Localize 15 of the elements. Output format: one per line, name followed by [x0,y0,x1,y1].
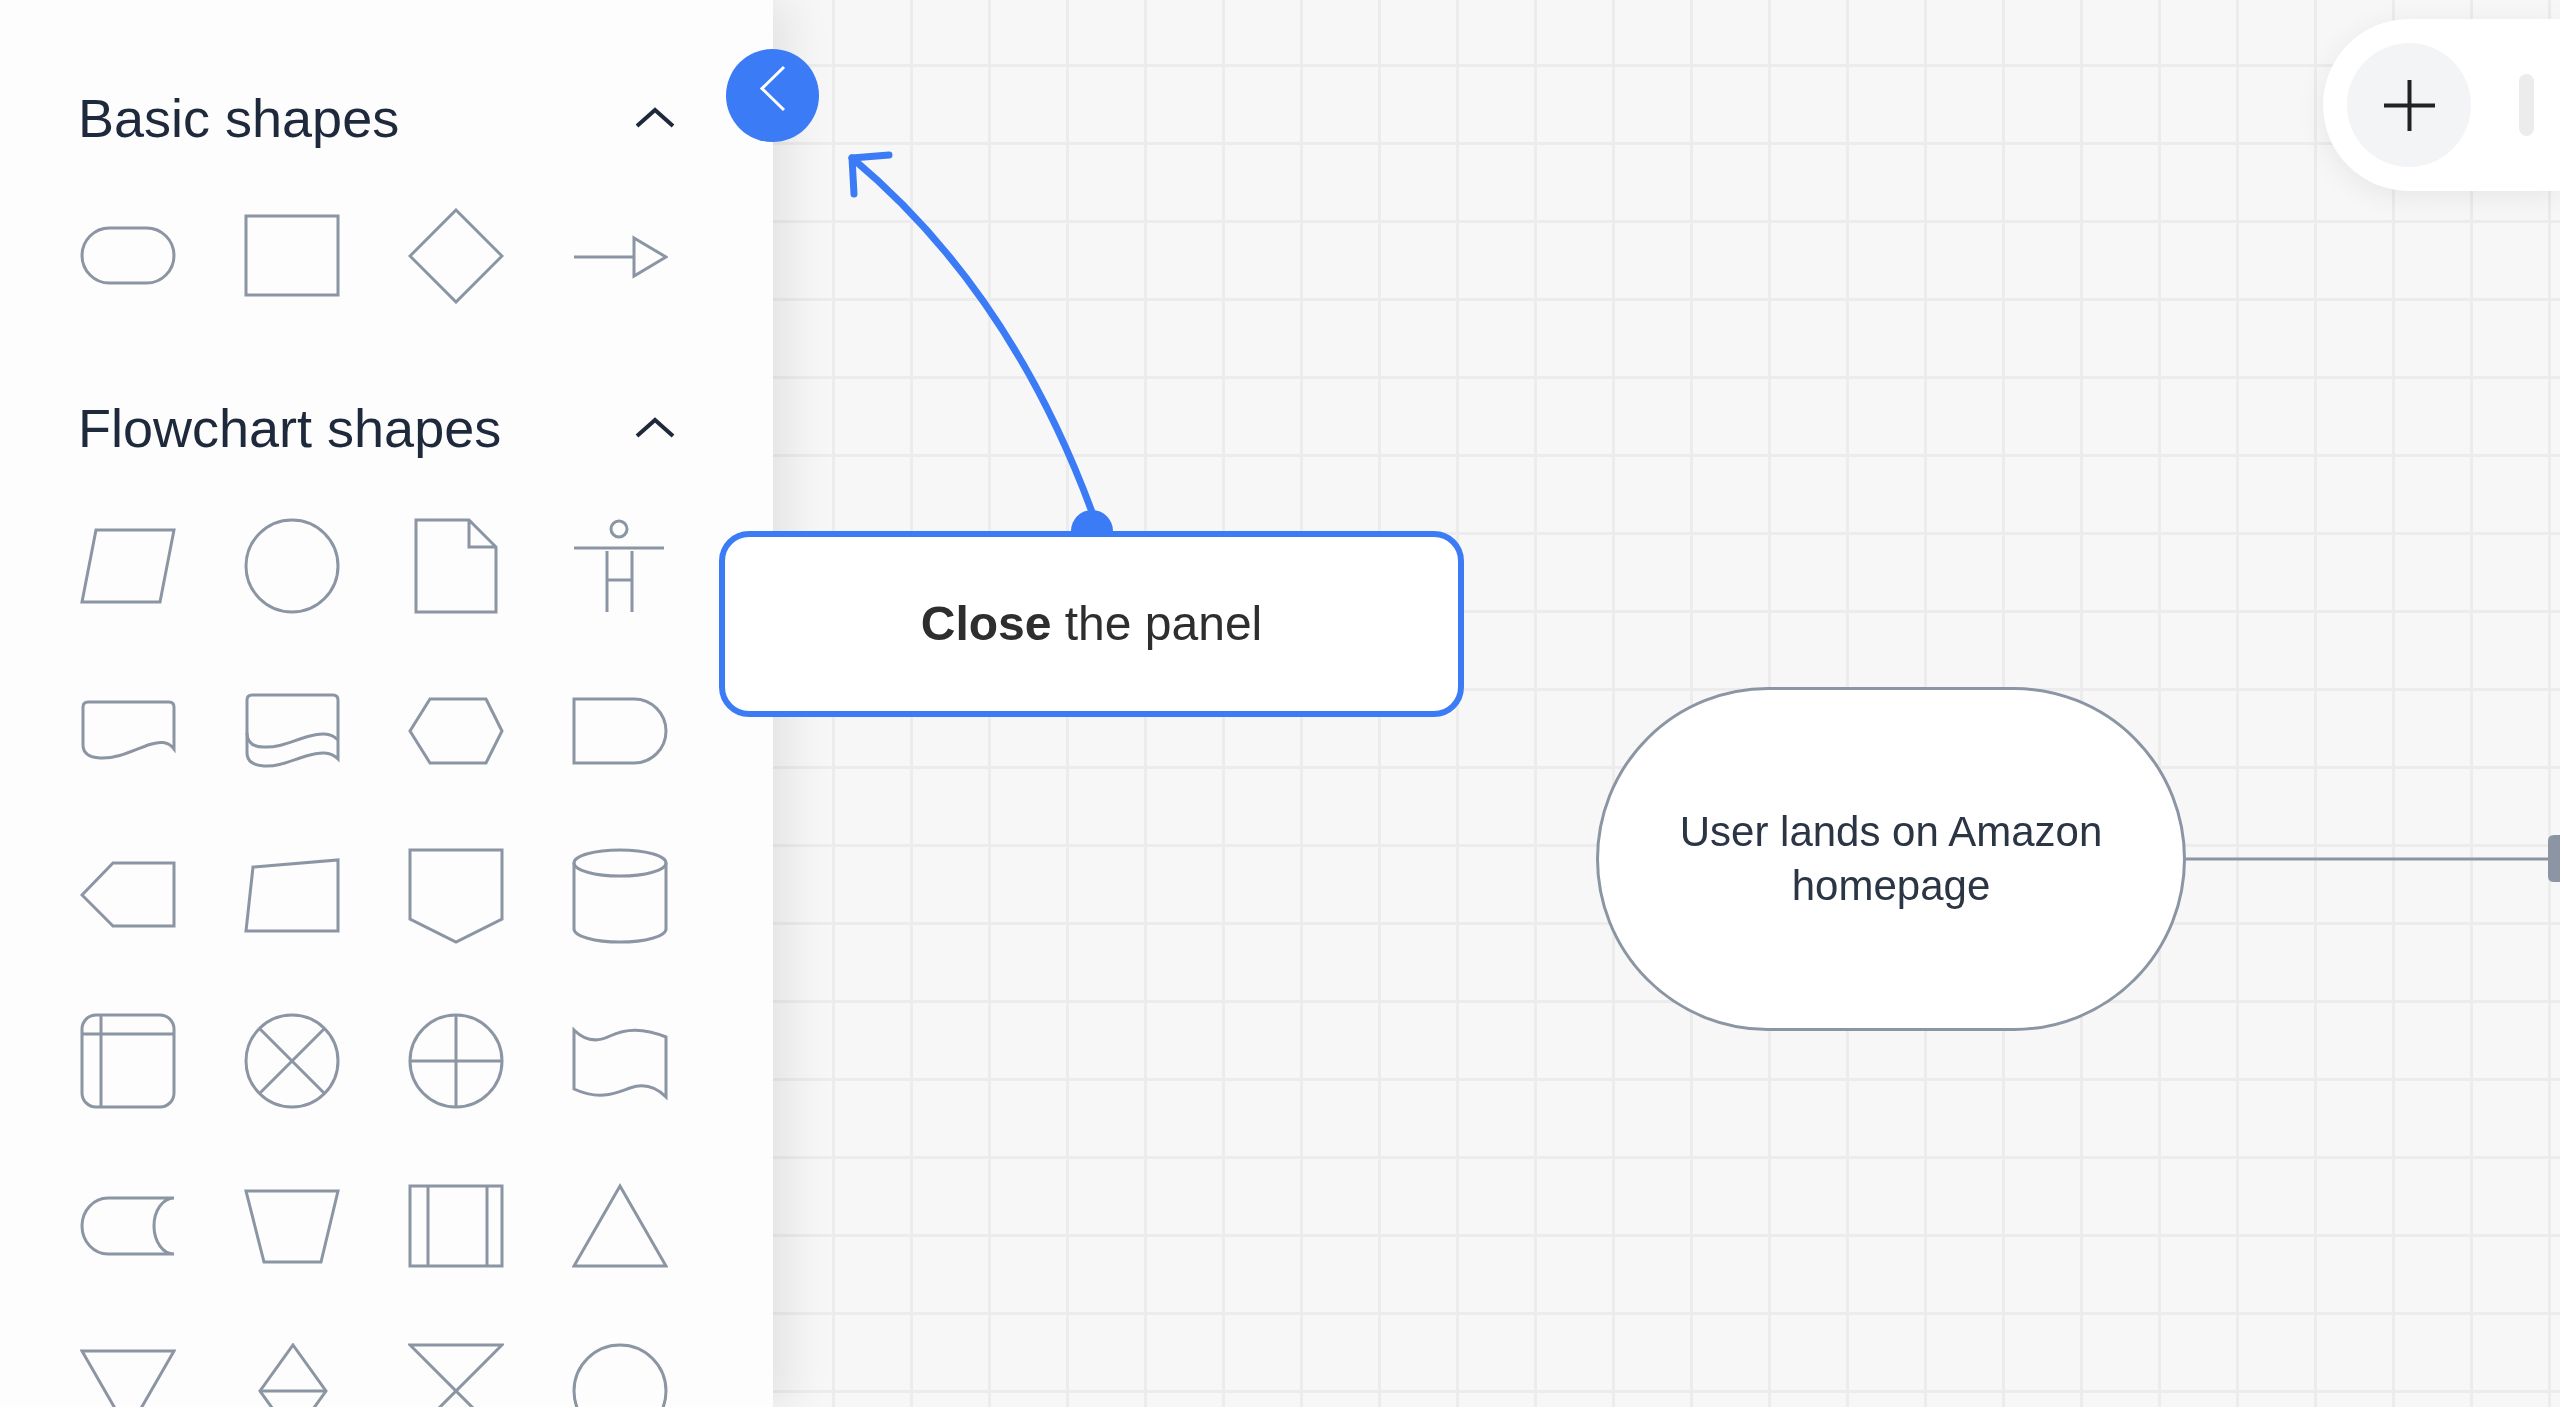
plus-icon [2383,79,2435,131]
circle-with-cross-icon[interactable] [408,1013,504,1109]
rounded-square-with-lines-icon[interactable] [80,1013,176,1109]
callout-text: Close the panel [920,596,1263,652]
chevron-left-icon [759,65,786,112]
section-title: Flowchart shapes [78,397,502,459]
section-title: Basic shapes [78,87,400,149]
chevron-up-icon[interactable] [634,417,676,439]
diamond-icon[interactable] [408,208,504,304]
chevron-up-icon[interactable] [634,107,676,129]
circle-icon[interactable] [244,518,340,614]
node-label: User lands on Amazon homepage [1678,807,2104,911]
circle-with-x-icon[interactable] [244,1013,340,1109]
cylinder-icon[interactable] [572,848,668,944]
down-pointing-pentagon-icon[interactable] [408,848,504,944]
